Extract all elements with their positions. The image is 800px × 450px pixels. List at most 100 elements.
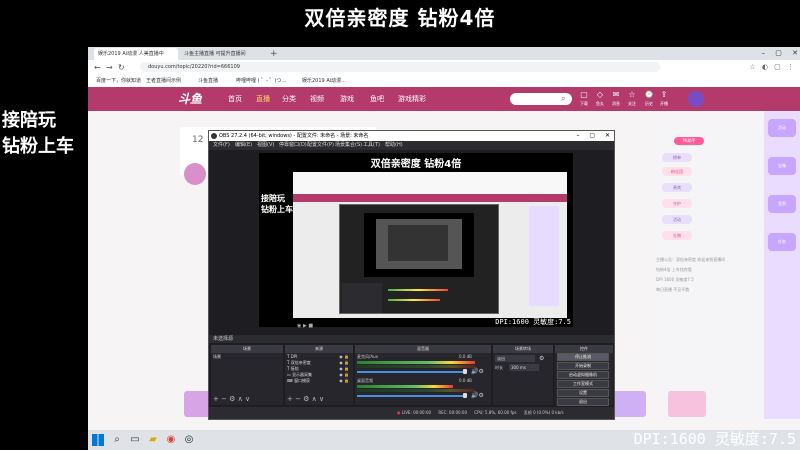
text-source-icon: T: [287, 354, 290, 359]
menu-tools[interactable]: 工具(T): [363, 141, 380, 150]
site-logo[interactable]: 斗鱼: [178, 90, 202, 107]
fishball-icon[interactable]: ◇ 鱼丸: [596, 90, 604, 108]
side-pill[interactable]: 守护: [662, 199, 692, 208]
side-announcement: 主播公告：双倍亲密度 欢迎来到直播间: [656, 257, 726, 262]
scenes-dock-header: 场景: [211, 345, 283, 353]
settings-button[interactable]: 设置: [557, 389, 609, 397]
volume-slider-thumb[interactable]: [463, 393, 467, 398]
browser-tab-label: 娱乐2019 Ai动漫 人美直播中: [98, 51, 164, 57]
go-live-icon[interactable]: ⇪ 开播: [660, 90, 668, 108]
obs-window-controls[interactable]: – ▢ ✕: [576, 131, 610, 141]
stop-streaming-button[interactable]: 停止推流: [557, 353, 609, 361]
bitrate: 丢帧 0 (0.0%) 0 kb/s: [523, 410, 564, 415]
avatar[interactable]: [688, 91, 704, 107]
menu-scene-collection[interactable]: 场景集合(S): [335, 141, 362, 150]
side-pill[interactable]: 榜单: [662, 153, 692, 162]
pk-helper-button[interactable]: PK助手: [674, 137, 704, 145]
obs-icon[interactable]: ◎: [182, 433, 196, 447]
source-item[interactable]: ⌨ 窗口捕获 ◉ 🔒: [287, 378, 351, 384]
download-icon[interactable]: ▢ 下载: [580, 90, 588, 108]
strip-item[interactable]: 宝箱: [768, 157, 796, 175]
obs-title-text: OBS 27.2.4 (64-bit, windows) - 配置文件: 未命名…: [219, 133, 369, 139]
chrome-icon[interactable]: ◉: [164, 433, 178, 447]
start-recording-button[interactable]: 开始录制: [557, 362, 609, 370]
streamer-avatar[interactable]: [184, 163, 206, 185]
exit-button[interactable]: 退出: [557, 398, 609, 406]
file-explorer-icon[interactable]: ▰: [146, 433, 160, 447]
bookmark-item[interactable]: 哔哩哔哩 ( ゜- ゜)つ...: [236, 75, 286, 87]
browser-window-controls[interactable]: – ▢ ✕: [762, 47, 798, 59]
obs-preview[interactable]: 双倍亲密度 钻粉4倍 接陪玩 钻粉上车 DPI:1600 灵敏度:7.5: [259, 153, 573, 327]
site-nav-item[interactable]: 分类: [282, 94, 296, 104]
menu-help[interactable]: 帮助(H): [385, 141, 403, 150]
menu-file[interactable]: 文件(F): [213, 141, 230, 150]
transition-select[interactable]: 淡出: [495, 355, 535, 362]
side-pill[interactable]: 贵宾: [662, 183, 692, 192]
site-nav-item[interactable]: 直播: [256, 94, 270, 104]
search-icon[interactable]: ⌕: [110, 433, 124, 447]
visibility-eye-icon: ◉ 🔒: [339, 378, 349, 383]
follow-count: 12: [192, 135, 204, 145]
menu-edit[interactable]: 编辑(E): [235, 141, 252, 150]
preview-dpi: DPI:1600 灵敏度:7.5: [495, 318, 571, 326]
browser-tab-1[interactable]: 斗鱼主播直播 可提升直播间: [180, 48, 264, 60]
preview-capture: [293, 172, 567, 318]
strip-item[interactable]: 活动: [768, 119, 796, 137]
extension-icons[interactable]: ☆ ◐ ▢ ⋮: [749, 62, 794, 73]
audio-meter: [357, 365, 475, 368]
strip-item[interactable]: 签到: [768, 195, 796, 213]
task-view-icon[interactable]: ▭: [128, 433, 142, 447]
studio-mode-button[interactable]: 工作室模式: [557, 380, 609, 388]
transition-settings-icon[interactable]: ⚙: [539, 355, 544, 362]
volume-slider[interactable]: [357, 371, 467, 373]
windows-start-icon[interactable]: [92, 434, 104, 446]
follow-icon[interactable]: ☆ 关注: [628, 90, 636, 108]
bookmark-item[interactable]: 百度一下，你就知道: [96, 75, 141, 87]
scene-dock-buttons[interactable]: + − ⚙ ∧ ∨: [213, 395, 250, 403]
forward-icon[interactable]: →: [106, 62, 113, 73]
site-nav-item[interactable]: 游戏: [340, 94, 354, 104]
speaker-icon[interactable]: 🔊⚙: [471, 368, 484, 375]
message-icon[interactable]: ✉ 消息: [612, 90, 620, 108]
source-dock-buttons[interactable]: + − ⚙ ∧ ∨: [287, 395, 324, 403]
history-icon[interactable]: ⌚ 历史: [644, 90, 654, 108]
bookmark-item[interactable]: 娱乐2019 Ai动漫...: [302, 75, 346, 87]
side-announcement: 每日直播 不见不散: [656, 287, 690, 292]
browser-tab-bar: 娱乐2019 Ai动漫 人美直播中 斗鱼主播直播 可提升直播间 + – ▢ ✕: [88, 47, 800, 60]
side-pill[interactable]: 粉丝团: [662, 167, 692, 176]
site-nav-item[interactable]: 视频: [310, 94, 324, 104]
address-bar[interactable]: douyu.com/topic/20220?rid=666109: [140, 62, 660, 72]
site-nav-item[interactable]: 首页: [228, 94, 242, 104]
strip-item[interactable]: 任务: [768, 233, 796, 251]
scene-item[interactable]: 场景: [213, 354, 221, 360]
display-capture-icon: ▭: [287, 372, 291, 377]
site-nav-item[interactable]: 鱼吧: [370, 94, 384, 104]
back-icon[interactable]: ←: [94, 62, 101, 73]
browser-tab-0[interactable]: 娱乐2019 Ai动漫 人美直播中: [94, 48, 178, 60]
preview-nested-docks: [342, 283, 382, 313]
menu-docks[interactable]: 停靠窗口(D): [279, 141, 307, 150]
preview-controls[interactable]: ◉ ▶ ■: [297, 323, 313, 329]
bookmark-item[interactable]: 斗鱼直播: [198, 75, 218, 87]
preview-nested-meter: [388, 289, 448, 291]
bookmark-item[interactable]: 王者直播间示例: [146, 75, 181, 87]
speaker-icon[interactable]: 🔊⚙: [471, 392, 484, 399]
menu-profile[interactable]: 配置文件(P): [307, 141, 334, 150]
reload-icon[interactable]: ↻: [118, 62, 125, 73]
preview-side-line: 钻粉上车: [261, 205, 293, 214]
search-icon[interactable]: ⌕: [561, 93, 565, 105]
side-pill[interactable]: 活动: [662, 215, 692, 224]
site-nav-item[interactable]: 游戏精彩: [398, 94, 426, 104]
menu-view[interactable]: 视图(V): [257, 141, 274, 150]
volume-slider-thumb[interactable]: [463, 369, 467, 374]
virtual-camera-button[interactable]: 启动虚拟摄像机: [557, 371, 609, 379]
new-tab-button[interactable]: +: [270, 48, 278, 60]
volume-slider[interactable]: [357, 395, 467, 397]
gift-thumb[interactable]: [668, 391, 706, 417]
mixer-dock-header: 混音器: [355, 345, 491, 353]
transition-duration-input[interactable]: 300 ms: [509, 364, 539, 371]
sources-dock-header: 来源: [285, 345, 353, 353]
rec-timer: REC: 00:00:00: [438, 410, 468, 415]
side-pill[interactable]: 礼物: [662, 231, 692, 240]
site-header: 斗鱼 首页 直播 分类 视频 游戏 鱼吧 游戏精彩 ⌕ ▢ 下载 ◇ 鱼丸 ✉ 消息 …: [88, 87, 800, 111]
